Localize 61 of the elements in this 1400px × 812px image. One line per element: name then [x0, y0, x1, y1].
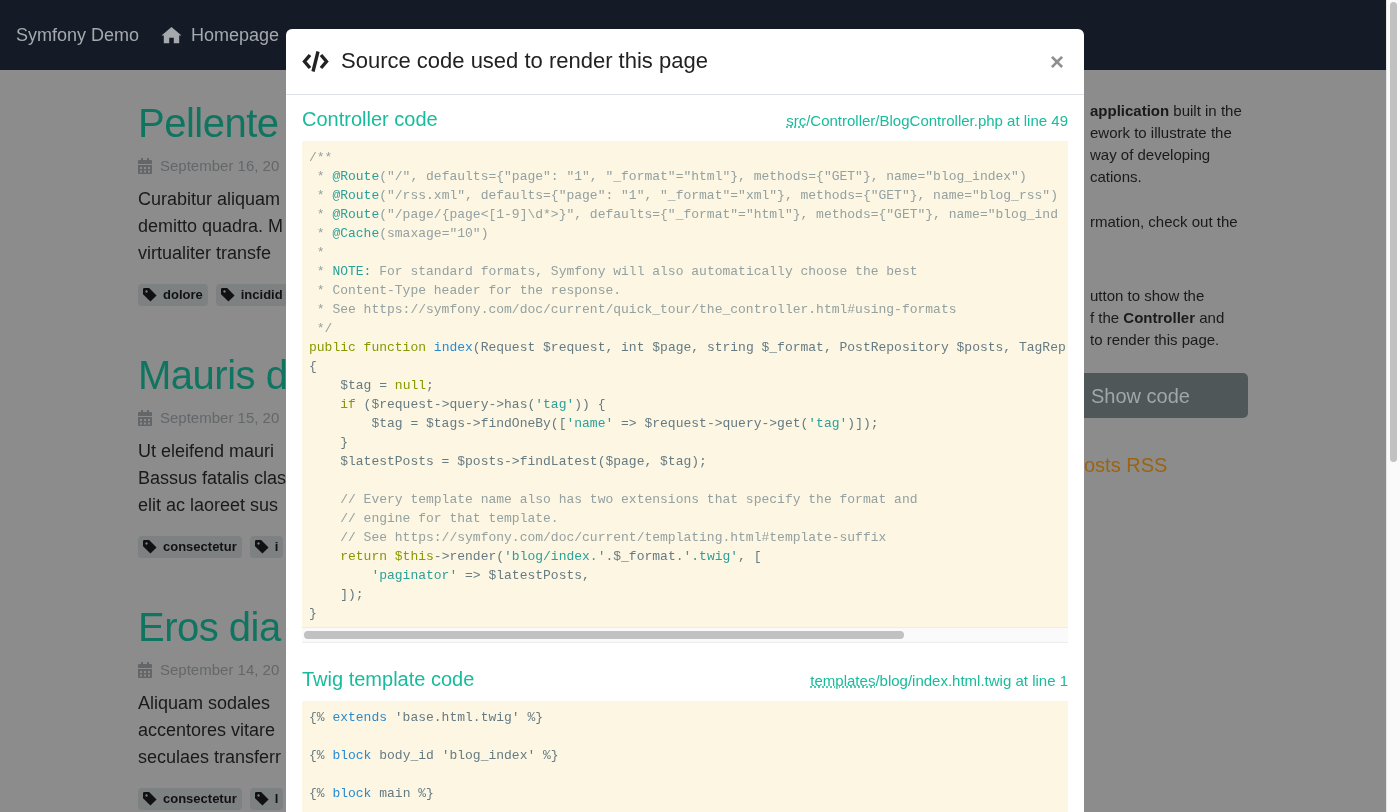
- code-line: }: [339, 434, 349, 452]
- code-line: * @Route("/rss.xml", defaults={"page": "1", "_format"="xml"}, methods={"GET"}, name="blog_rss"): [315, 187, 1059, 205]
- home-icon: [161, 26, 183, 44]
- code-line: * NOTE: For standard formats, Symfony will also automatically choose the best: [315, 263, 919, 281]
- navbar-brand[interactable]: Symfony Demo: [16, 21, 140, 49]
- code-line: * @Route("/", defaults={"page": "1", "_format"="html"}, methods={"GET"}, name="blog_index"): [315, 168, 1028, 186]
- close-button[interactable]: ×: [1046, 49, 1068, 74]
- code-line: $latestPosts = $posts->findLatest($page, $tag);: [339, 453, 708, 471]
- code-line: $tag = null;: [339, 377, 435, 395]
- code-line: * @Route("/page/{page<[1-9]\d*>}", defaults={"_format"="html"}, methods={"GET"}, name="blog_ind: [315, 206, 1059, 224]
- file-link[interactable]: templates/blog/index.html.twig at line 1: [810, 670, 1068, 693]
- code-line: * @Cache(smaxage="10"): [315, 225, 490, 243]
- tag-icon: [220, 288, 235, 302]
- code-line: {: [309, 358, 318, 376]
- code-line: }: [309, 605, 318, 623]
- code-line: // Every template name also has two extensions that specify the format and: [339, 491, 919, 509]
- sidebar-text: application built in the ework to illustrate the way of developing cations.: [1089, 101, 1243, 187]
- code-line: if ($request->query->has('tag')) {: [339, 396, 607, 414]
- code-line: {% block main %}: [309, 785, 435, 803]
- tag-icon: [143, 540, 157, 554]
- tag-link[interactable]: incidid: [215, 284, 288, 306]
- code-line: *: [315, 244, 326, 262]
- tag-link[interactable]: consectetur: [138, 788, 242, 810]
- code-line: {% block body_id 'blog_index' %}: [309, 747, 560, 765]
- code-line: public function index(Request $request, int $page, string $_format, PostRepository $posts, TagRep: [309, 339, 1067, 357]
- sidebar-text: rmation, check out the: [1089, 212, 1239, 232]
- code-line: return $this->render('blog/index.'.$_format.'.twig', [: [339, 548, 763, 566]
- tag-icon: [254, 792, 269, 806]
- tag-link[interactable]: consectetur: [138, 536, 242, 558]
- section-heading: Controller code: [302, 107, 438, 131]
- show-code-button[interactable]: Show code: [1084, 373, 1248, 418]
- sidebar-text: utton to show the f the Controller and to render this page.: [1089, 286, 1226, 350]
- code-line: */: [315, 320, 334, 338]
- tag-icon: [143, 288, 157, 302]
- code-line: 'paginator' => $latestPosts,: [370, 567, 591, 585]
- post-summary: Ut eleifend mauri Bassus fatalis clas elit ac laoreet sus: [138, 440, 286, 517]
- tag-icon: [254, 540, 269, 554]
- code-line: * Content-Type header for the response.: [315, 282, 623, 300]
- file-link[interactable]: src/Controller/BlogController.php at line 49: [786, 110, 1068, 133]
- modal-title: Source code used to render this page: [341, 48, 708, 75]
- section-heading: Twig template code: [302, 667, 475, 691]
- post-summary: Aliquam sodales accentores vitare seculaes transferr: [138, 692, 283, 769]
- code-line: ]);: [339, 586, 365, 604]
- tag-link[interactable]: i: [249, 536, 284, 558]
- code-line: /**: [309, 149, 334, 167]
- calendar-icon: [138, 662, 152, 678]
- tag-icon: [143, 792, 157, 806]
- code-line: * See https://symfony.com/doc/current/quick_tour/the_controller.html#using-formats: [315, 301, 958, 319]
- tag-link[interactable]: dolore: [138, 284, 208, 306]
- code-icon: [302, 50, 329, 73]
- calendar-icon: [138, 410, 152, 426]
- scrollbar-thumb[interactable]: [1390, 2, 1397, 462]
- tag-link[interactable]: l: [249, 788, 284, 810]
- code-line: $tag = $tags->findOneBy(['name' => $request->query->get('tag')]);: [370, 415, 880, 433]
- code-line: // See https://symfony.com/doc/current/templating.html#template-suffix: [339, 529, 888, 547]
- post-summary: Curabitur aliquam demitto quadra. M virtualiter transfe: [138, 188, 285, 265]
- nav-link[interactable]: Homepage: [161, 21, 280, 49]
- code-line: {% extends 'base.html.twig' %}: [309, 709, 545, 727]
- code-line: // engine for that template.: [339, 510, 560, 528]
- calendar-icon: [138, 158, 152, 174]
- scrollbar-thumb[interactable]: [304, 631, 904, 639]
